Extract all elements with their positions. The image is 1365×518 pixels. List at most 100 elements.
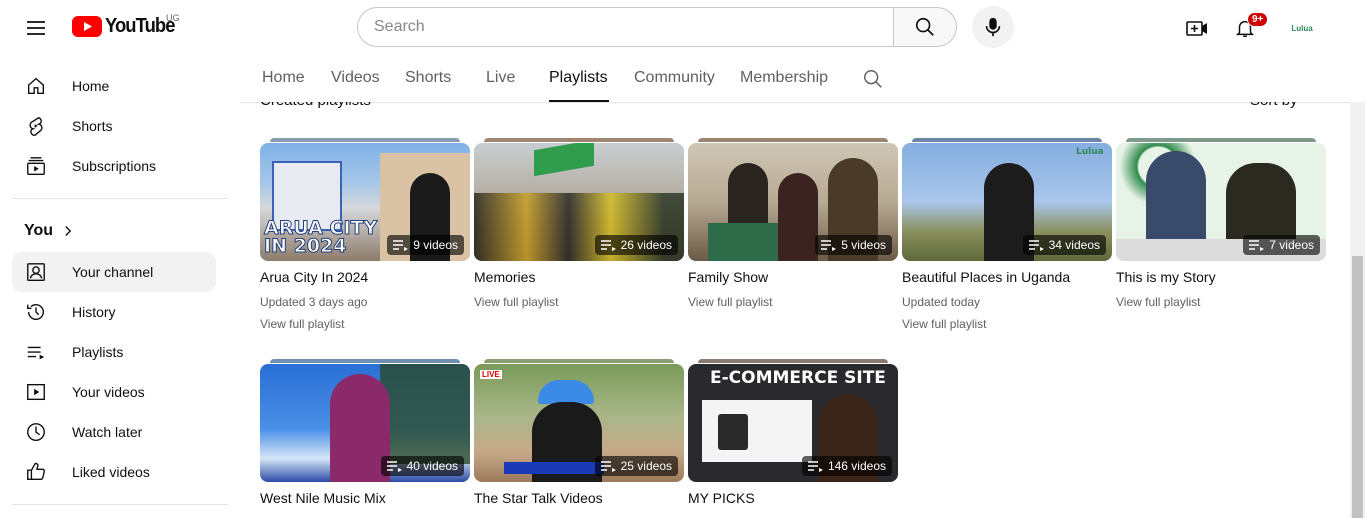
video-count-badge: 26 videos: [594, 235, 678, 255]
playlist-card[interactable]: 7 videos This is my Story View full play…: [1116, 138, 1326, 309]
video-count: 40 videos: [406, 459, 458, 473]
create-video-icon: [1186, 21, 1207, 36]
tabs-divider: [240, 102, 1350, 103]
playlist-stack-edge: [270, 138, 460, 142]
you-section-heading[interactable]: You: [24, 222, 77, 240]
youtube-logo[interactable]: YouTube UG: [72, 13, 181, 38]
playlist-title[interactable]: This is my Story: [1116, 269, 1326, 285]
playlist-stack-edge: [270, 359, 460, 363]
sidebar-divider: [12, 504, 228, 505]
tab-membership[interactable]: Membership: [740, 69, 828, 87]
notification-badge: 9+: [1247, 12, 1269, 27]
video-count-badge: 146 videos: [801, 456, 892, 476]
notifications-button[interactable]: 9+: [1225, 8, 1269, 48]
view-full-playlist-link[interactable]: View full playlist: [474, 295, 684, 309]
avatar-text: Lulua: [1291, 23, 1313, 33]
youtube-play-icon: [72, 16, 102, 37]
playlist-icon: [807, 461, 823, 472]
video-count-badge: 7 videos: [1243, 235, 1320, 255]
sidebar: Home Shorts Subscriptions You Your chann…: [0, 56, 228, 518]
sidebar-item-watch-later[interactable]: Watch later: [12, 412, 216, 452]
chevron-right-icon: [65, 226, 72, 236]
playlist-title[interactable]: Family Show: [688, 269, 898, 285]
playlist-card[interactable]: 40 videos West Nile Music Mix: [260, 359, 470, 506]
watermark-text: Lulua: [1076, 147, 1104, 157]
view-full-playlist-link[interactable]: View full playlist: [902, 317, 1112, 331]
search-button[interactable]: [893, 7, 957, 47]
playlist-thumbnail[interactable]: 40 videos: [260, 364, 470, 482]
playlist-stack-edge: [484, 138, 674, 142]
tab-community[interactable]: Community: [634, 69, 715, 87]
playlist-stack-edge: [698, 359, 888, 363]
playlist-thumbnail[interactable]: 5 videos: [688, 143, 898, 261]
sidebar-item-home[interactable]: Home: [12, 66, 216, 106]
subscriptions-icon: [24, 154, 48, 178]
home-icon: [24, 74, 48, 98]
search-icon: [864, 70, 882, 88]
country-code: UG: [166, 13, 180, 23]
thumbnail-caption: E-COMMERCE SITE: [710, 368, 886, 388]
video-count-badge: 34 videos: [1022, 235, 1106, 255]
playlist-icon: [393, 240, 409, 251]
scrollbar-thumb[interactable]: [1352, 256, 1363, 518]
playlist-card[interactable]: 5 videos Family Show View full playlist: [688, 138, 898, 309]
playlist-thumbnail[interactable]: E-COMMERCE SITE 146 videos: [688, 364, 898, 482]
tab-videos[interactable]: Videos: [331, 69, 380, 87]
thumbs-up-icon: [24, 460, 48, 484]
video-count-badge: 9 videos: [387, 235, 464, 255]
view-full-playlist-link[interactable]: View full playlist: [1116, 295, 1326, 309]
tab-shorts[interactable]: Shorts: [405, 69, 451, 87]
sidebar-item-your-videos[interactable]: Your videos: [12, 372, 216, 412]
sidebar-item-label: Home: [72, 78, 110, 94]
video-count: 7 videos: [1269, 238, 1314, 252]
top-bar: YouTube UG 9+ Lulua: [0, 0, 1365, 56]
view-full-playlist-link[interactable]: View full playlist: [688, 295, 898, 309]
playlist-updated: Updated 3 days ago: [260, 295, 368, 309]
sidebar-item-your-channel[interactable]: Your channel: [12, 252, 216, 292]
playlist-thumbnail[interactable]: ARUA CITY IN 2024 9 videos: [260, 143, 470, 261]
speaker-shape: [718, 414, 748, 450]
sidebar-item-history[interactable]: History: [12, 292, 216, 332]
playlist-stack-edge: [484, 359, 674, 363]
playlist-card[interactable]: E-COMMERCE SITE 146 videos MY PICKS: [688, 359, 898, 506]
playlist-thumbnail[interactable]: 26 videos: [474, 143, 684, 261]
view-full-playlist-link[interactable]: View full playlist: [260, 317, 470, 331]
playlist-thumbnail[interactable]: LIVE 25 videos: [474, 364, 684, 482]
playlist-card[interactable]: Lulua 34 videos Beautiful Places in Ugan…: [902, 138, 1112, 331]
account-avatar[interactable]: Lulua: [1286, 14, 1318, 42]
tab-playlists[interactable]: Playlists: [549, 69, 608, 87]
playlist-title[interactable]: Beautiful Places in Uganda: [902, 269, 1112, 285]
your-channel-icon: [24, 260, 48, 284]
playlist-stack-edge: [912, 138, 1102, 142]
playlist-thumbnail[interactable]: Lulua 34 videos: [902, 143, 1112, 261]
video-count-badge: 40 videos: [380, 456, 464, 476]
video-count: 5 videos: [841, 238, 886, 252]
playlist-thumbnail[interactable]: 7 videos: [1116, 143, 1326, 261]
playlist-title[interactable]: The Star Talk Videos: [474, 490, 684, 506]
logo-text: YouTube: [105, 15, 175, 37]
playlist-card[interactable]: 26 videos Memories View full playlist: [474, 138, 684, 309]
sidebar-item-label: Your channel: [72, 264, 154, 280]
sidebar-item-label: Subscriptions: [72, 158, 157, 174]
sidebar-item-liked-videos[interactable]: Liked videos: [12, 452, 216, 492]
sidebar-item-subscriptions[interactable]: Subscriptions: [12, 146, 216, 186]
hat-shape: [538, 380, 594, 404]
channel-search-button[interactable]: [862, 68, 884, 95]
playlist-title[interactable]: Memories: [474, 269, 684, 285]
playlist-card[interactable]: ARUA CITY IN 2024 9 videos Arua City In …: [260, 138, 470, 331]
sidebar-item-playlists[interactable]: Playlists: [12, 332, 216, 372]
playlist-card[interactable]: LIVE 25 videos The Star Talk Videos: [474, 359, 684, 506]
tab-live[interactable]: Live: [486, 69, 515, 87]
playlist-title[interactable]: West Nile Music Mix: [260, 490, 470, 506]
sort-button[interactable]: Sort by: [1250, 102, 1298, 109]
search-input[interactable]: [357, 7, 893, 47]
video-count: 26 videos: [620, 238, 672, 252]
shorts-icon: [24, 114, 48, 138]
menu-button[interactable]: [16, 8, 56, 48]
create-button[interactable]: [1177, 8, 1217, 48]
sidebar-item-shorts[interactable]: Shorts: [12, 106, 216, 146]
voice-search-button[interactable]: [972, 6, 1014, 48]
tab-home[interactable]: Home: [262, 69, 305, 87]
playlist-title[interactable]: MY PICKS: [688, 490, 898, 506]
playlist-title[interactable]: Arua City In 2024: [260, 269, 470, 285]
